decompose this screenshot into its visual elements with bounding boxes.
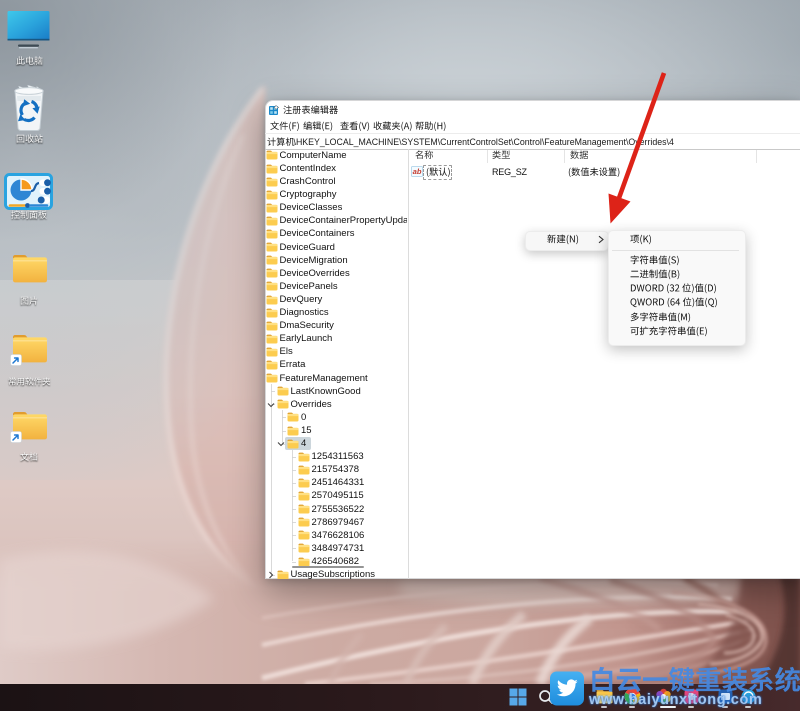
svg-text:ab: ab xyxy=(413,167,422,176)
